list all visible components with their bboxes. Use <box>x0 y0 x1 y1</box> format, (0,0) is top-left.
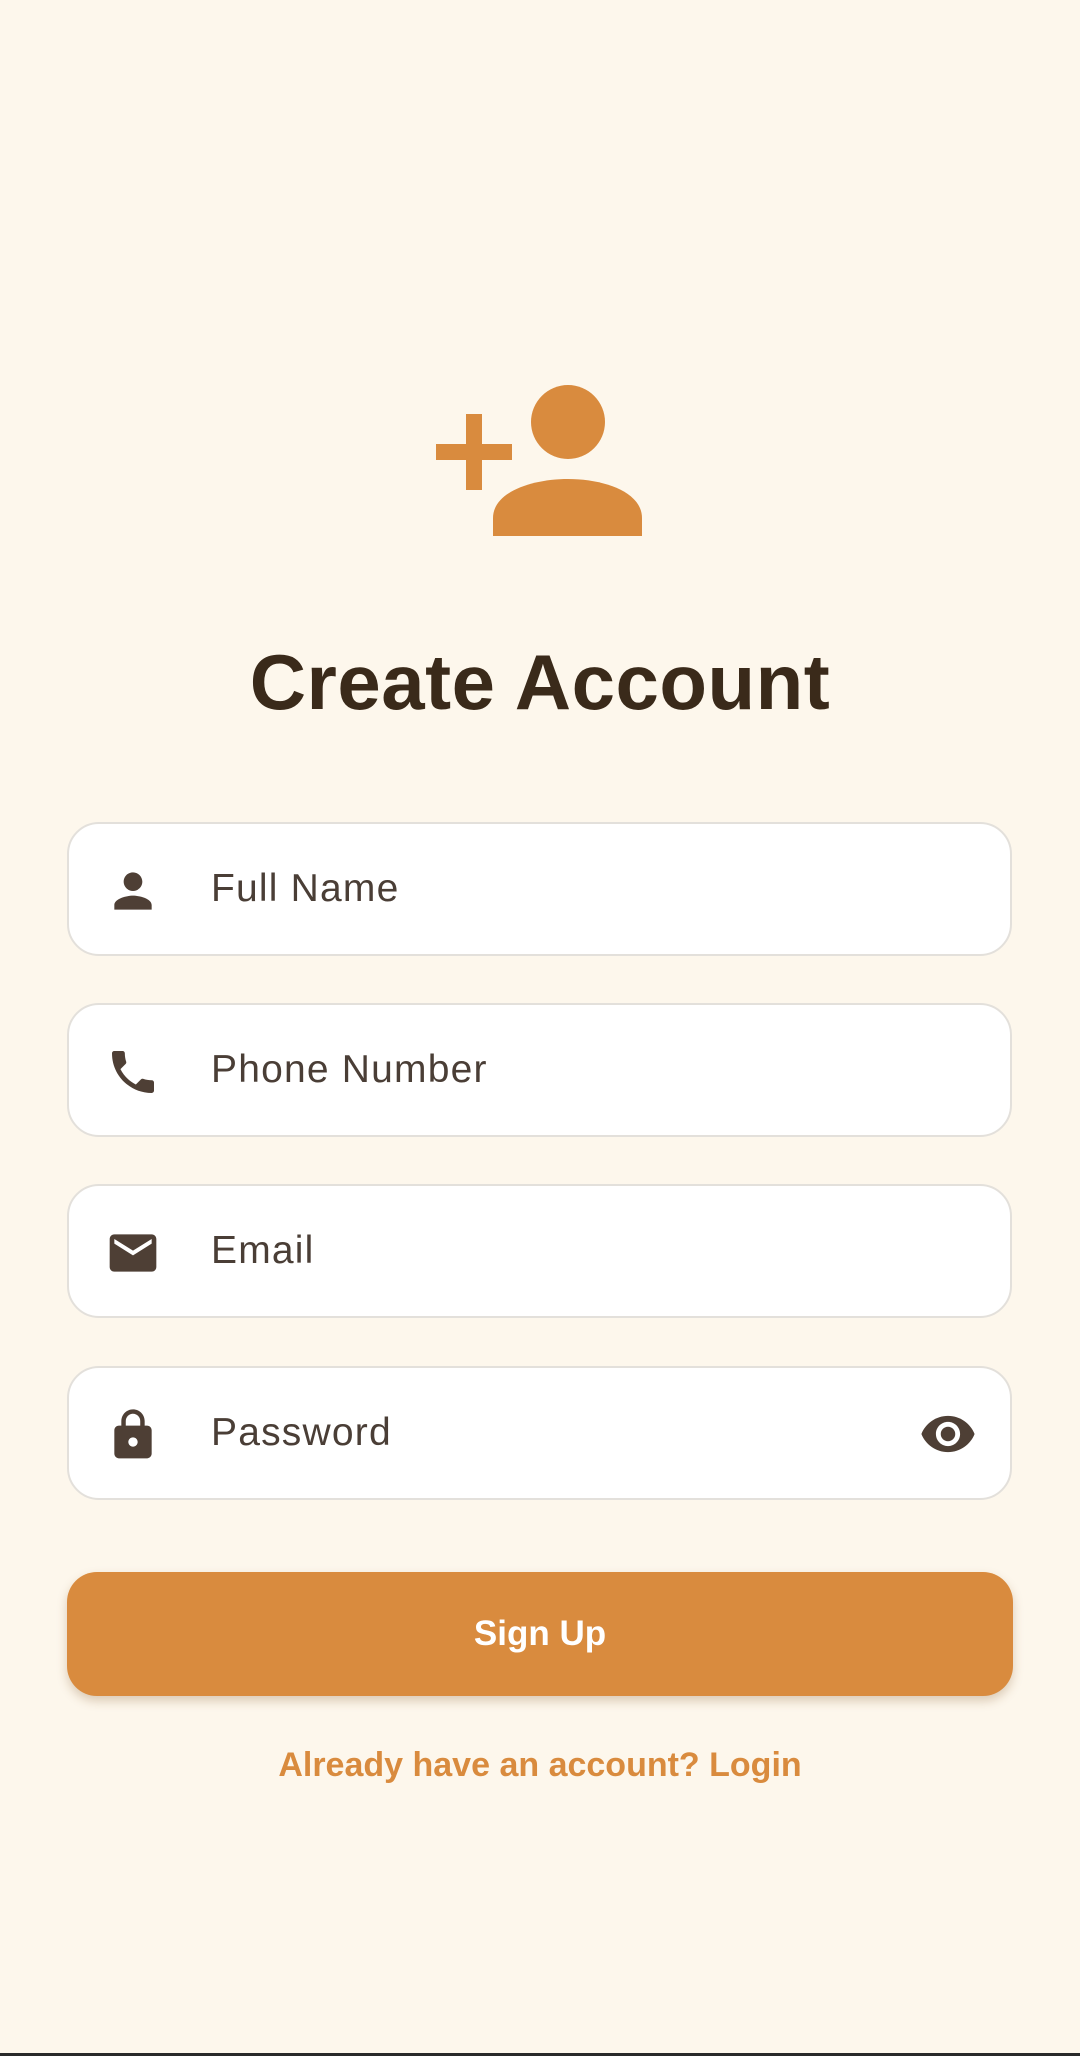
email-placeholder: Email <box>211 1229 315 1272</box>
mail-icon <box>109 1234 157 1272</box>
password-field[interactable]: Password <box>67 1366 1012 1500</box>
full-name-field[interactable]: Full Name <box>67 822 1012 956</box>
email-field[interactable]: Email <box>67 1184 1012 1318</box>
phone-number-placeholder: Phone Number <box>211 1048 488 1091</box>
login-link[interactable]: Already have an account? Login <box>0 1740 1080 1790</box>
page-title: Create Account <box>249 638 831 726</box>
full-name-placeholder: Full Name <box>211 867 400 910</box>
eye-icon[interactable] <box>916 1405 980 1463</box>
phone-icon <box>112 1051 154 1093</box>
password-placeholder: Password <box>211 1411 392 1454</box>
person-add-icon <box>436 385 642 536</box>
phone-number-field[interactable]: Phone Number <box>67 1003 1012 1137</box>
signup-screen: Create Account Full Name Phone Number Em… <box>0 0 1080 2056</box>
person-icon <box>114 872 152 910</box>
sign-up-button[interactable]: Sign Up <box>67 1572 1013 1696</box>
lock-icon <box>114 1409 152 1459</box>
